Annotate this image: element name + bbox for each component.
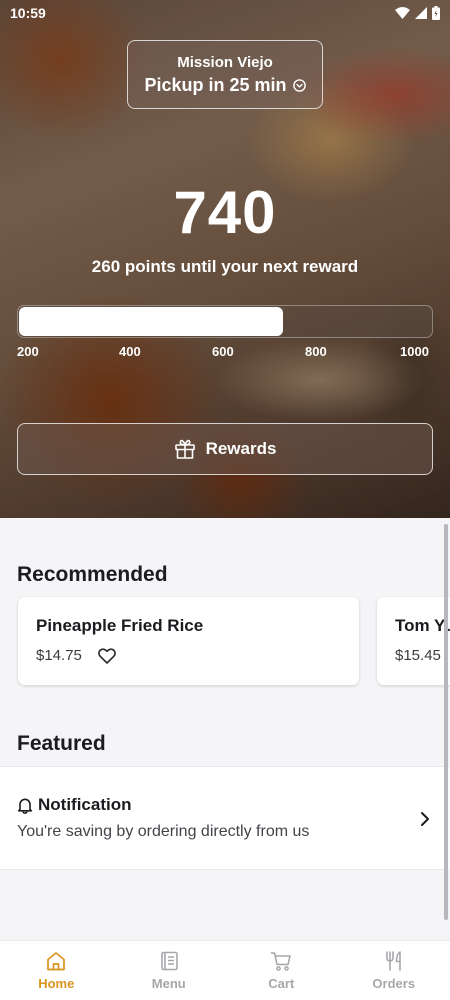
progress-scale-label: 400	[119, 344, 141, 359]
pickup-row: Pickup in 25 min	[128, 75, 322, 96]
recommended-title: Recommended	[17, 563, 168, 586]
item-price: $14.75	[36, 647, 82, 664]
progress-scale-label: 1000	[400, 344, 429, 359]
points-progress-bar	[17, 305, 433, 338]
pickup-time: Pickup in 25 min	[144, 75, 287, 95]
nav-item-home[interactable]: Home	[0, 941, 113, 1000]
wifi-icon	[395, 7, 410, 19]
recommended-list[interactable]: Pineapple Fried Rice $14.75 Tom Yum Soup…	[0, 596, 450, 688]
recommended-card[interactable]: Pineapple Fried Rice $14.75	[18, 597, 359, 685]
rewards-button[interactable]: Rewards	[17, 423, 433, 475]
points-value: 740	[173, 179, 277, 246]
nav-label: Menu	[151, 976, 186, 991]
nav-item-cart[interactable]: Cart	[225, 941, 338, 1000]
cart-icon	[270, 952, 292, 971]
gift-icon	[174, 439, 195, 459]
status-bar: 10:59	[0, 0, 450, 28]
nav-item-orders[interactable]: Orders	[338, 941, 450, 1000]
notification-title: Notification	[38, 795, 132, 814]
featured-title: Featured	[17, 732, 106, 755]
item-price-row: $15.45	[395, 647, 450, 664]
item-price-row: $14.75	[36, 647, 341, 664]
recommended-card[interactable]: Tom Yum Soup $15.45	[377, 597, 450, 685]
location-name: Mission Viejo	[177, 54, 273, 71]
rewards-hero: 10:59 Mission Viejo Pickup in 25 min 740…	[0, 0, 450, 518]
progress-scale-label: 800	[305, 344, 327, 359]
home-icon	[47, 952, 66, 971]
status-time: 10:59	[10, 5, 46, 21]
notification-header: Notification	[17, 795, 132, 815]
progress-scale: 200 400 600 800 1000	[17, 344, 433, 360]
notification-message: You're saving by ordering directly from …	[17, 823, 310, 840]
menu-book-icon	[160, 951, 178, 971]
battery-icon	[432, 6, 440, 20]
item-price: $15.45	[395, 647, 441, 664]
points-until-reward: 260 points until your next reward	[91, 257, 359, 276]
item-name: Pineapple Fried Rice	[36, 616, 204, 635]
signal-icon	[415, 7, 427, 19]
bottom-nav: Home Menu Cart Orders	[0, 940, 450, 1000]
heart-icon[interactable]	[98, 647, 116, 664]
nav-item-menu[interactable]: Menu	[113, 941, 226, 1000]
bell-icon	[17, 798, 33, 814]
progress-scale-label: 600	[212, 344, 234, 359]
rewards-button-label: Rewards	[205, 439, 277, 458]
location-selector[interactable]: Mission Viejo Pickup in 25 min	[127, 40, 323, 109]
nav-label: Cart	[268, 976, 295, 991]
progress-scale-label: 200	[17, 344, 39, 359]
item-name: Tom Yum Soup	[395, 616, 450, 635]
status-icons	[395, 6, 440, 20]
scrollbar[interactable]	[444, 524, 448, 920]
fork-knife-icon	[385, 951, 401, 971]
chevron-right-icon	[421, 812, 429, 826]
nav-label: Orders	[372, 976, 416, 991]
points-progress-fill	[19, 307, 283, 336]
nav-label: Home	[38, 976, 75, 991]
chevron-down-circle-icon	[292, 79, 306, 92]
notification-card[interactable]: Notification You're saving by ordering d…	[0, 766, 450, 870]
